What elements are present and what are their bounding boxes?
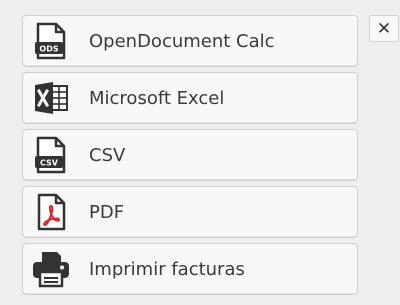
printer-icon xyxy=(29,247,73,291)
print-invoices-button[interactable]: Imprimir facturas xyxy=(22,243,358,295)
print-invoices-label: Imprimir facturas xyxy=(89,258,245,280)
pdf-file-icon xyxy=(29,190,73,234)
export-pdf-button[interactable]: PDF xyxy=(22,186,358,238)
export-excel-button[interactable]: Microsoft Excel xyxy=(22,72,358,124)
csv-badge-text: CSV xyxy=(40,159,59,168)
close-button[interactable]: ✕ xyxy=(369,15,399,42)
ods-badge-text: ODS xyxy=(39,45,58,54)
export-ods-button[interactable]: ODS OpenDocument Calc xyxy=(22,15,358,67)
close-icon: ✕ xyxy=(376,18,392,39)
export-pdf-label: PDF xyxy=(89,201,125,223)
ods-file-icon: ODS xyxy=(29,19,73,63)
csv-file-icon: CSV xyxy=(29,133,73,177)
export-excel-label: Microsoft Excel xyxy=(89,87,225,109)
export-csv-button[interactable]: CSV CSV xyxy=(22,129,358,181)
export-csv-label: CSV xyxy=(89,144,126,166)
export-menu: ODS OpenDocument Calc Microsoft Excel CS… xyxy=(22,15,358,300)
export-ods-label: OpenDocument Calc xyxy=(89,30,275,52)
excel-icon xyxy=(29,76,73,120)
export-panel: ODS OpenDocument Calc Microsoft Excel CS… xyxy=(0,0,400,305)
